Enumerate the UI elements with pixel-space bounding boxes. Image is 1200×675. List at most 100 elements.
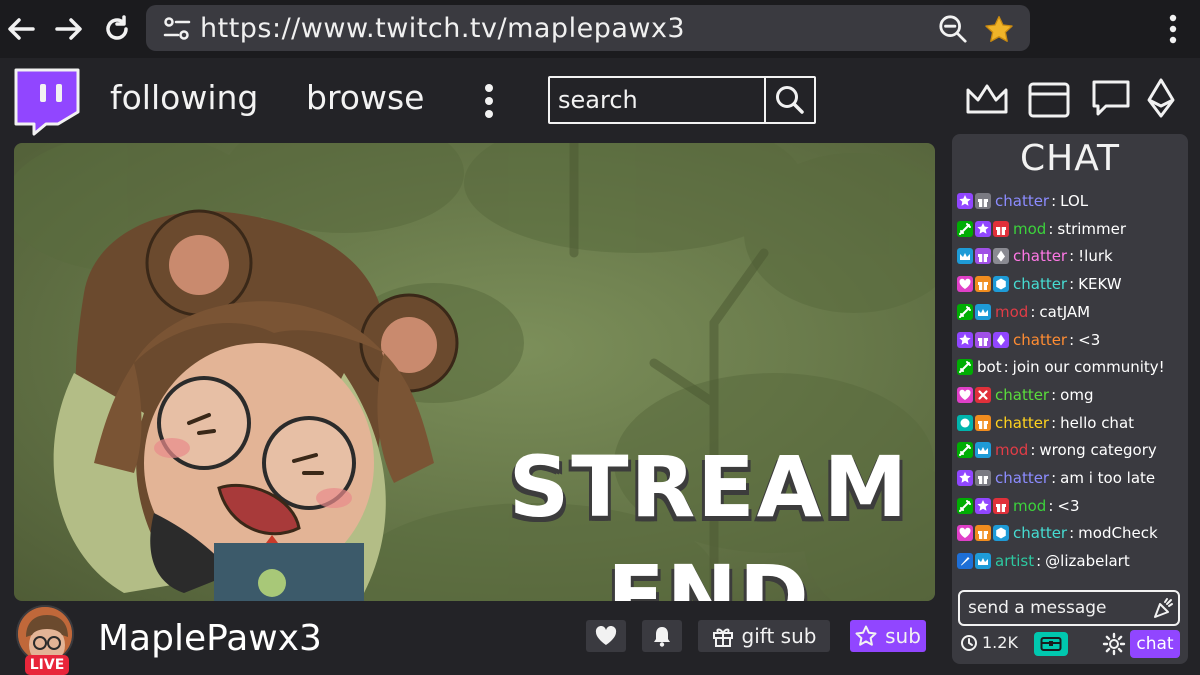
inbox-icon[interactable] [1026, 76, 1072, 122]
moderator-badge-icon[interactable] [957, 442, 973, 459]
bits-icon[interactable] [1138, 76, 1184, 122]
gift-badge-icon[interactable] [975, 193, 991, 209]
chat-username[interactable]: mod [1013, 220, 1046, 238]
chat-username[interactable]: mod [1013, 497, 1046, 515]
moderator-badge-icon[interactable] [957, 303, 973, 320]
chat-separator: : [1051, 192, 1057, 210]
chest-icon [1040, 637, 1062, 651]
back-button[interactable] [6, 14, 36, 44]
chat-message: chatter: KEKW [957, 273, 1122, 295]
chat-username[interactable]: chatter [995, 192, 1049, 210]
chat-username[interactable]: chatter [1013, 331, 1067, 349]
chat-separator: : [1048, 219, 1054, 238]
crown-badge-icon[interactable] [975, 442, 991, 459]
moderator-badge-icon[interactable] [957, 359, 973, 376]
search-input[interactable] [550, 78, 768, 122]
chat-separator: : [1048, 496, 1054, 515]
channel-points-button[interactable] [1034, 632, 1068, 656]
x-badge-icon[interactable] [975, 386, 991, 403]
heart-badge-icon[interactable] [957, 386, 973, 403]
nav-following-link[interactable]: following [110, 78, 258, 117]
site-header: following browse [0, 58, 1200, 138]
hex-badge-icon[interactable] [993, 276, 1009, 293]
crown-badge-icon[interactable] [975, 553, 991, 570]
chat-username[interactable]: chatter [1013, 275, 1067, 293]
chat-username[interactable]: mod [995, 303, 1028, 321]
follow-button[interactable] [586, 620, 626, 652]
gift-badge-icon[interactable] [975, 525, 991, 542]
browser-menu-button[interactable] [1158, 14, 1188, 44]
gift-badge-icon[interactable] [993, 497, 1009, 514]
bits-badge-icon[interactable] [993, 331, 1009, 348]
notifications-button[interactable] [642, 620, 682, 652]
star-badge-icon[interactable] [975, 220, 991, 237]
gift-sub-button[interactable]: gift sub [698, 620, 830, 652]
hex-badge-icon[interactable] [993, 525, 1009, 542]
reload-button[interactable] [102, 14, 132, 44]
artist-badge-icon[interactable] [957, 553, 973, 570]
star-badge-icon[interactable] [957, 470, 973, 486]
heart-badge-icon[interactable] [957, 276, 973, 293]
star-badge-icon[interactable] [957, 331, 973, 348]
more-menu-button[interactable] [484, 84, 494, 120]
chat-title: CHAT [1019, 138, 1121, 179]
chat-message-text: modCheck [1078, 524, 1158, 543]
chat-username[interactable]: chatter [995, 469, 1049, 487]
search-button[interactable] [764, 78, 814, 122]
chat-message-text: <3 [1078, 330, 1101, 349]
moderator-badge-icon[interactable] [957, 497, 973, 514]
chat-username[interactable]: chatter [1013, 247, 1067, 265]
channel-name[interactable]: MaplePawx3 [98, 618, 322, 659]
address-bar[interactable]: https://www.twitch.tv/maplepawx3 [146, 5, 1030, 51]
forward-button[interactable] [54, 14, 84, 44]
twitch-logo-icon[interactable] [10, 66, 82, 136]
star-badge-icon[interactable] [957, 193, 973, 209]
gift-badge-icon[interactable] [993, 220, 1009, 237]
url-text: https://www.twitch.tv/maplepawx3 [200, 13, 686, 44]
gift-badge-icon[interactable] [975, 276, 991, 293]
circle-badge-icon[interactable] [957, 414, 973, 431]
gear-icon[interactable] [1102, 632, 1126, 656]
gift-badge-icon[interactable] [975, 248, 991, 265]
bits-badge-icon[interactable] [993, 248, 1009, 265]
moderator-badge-icon[interactable] [957, 220, 973, 237]
chat-message: mod: strimmer [957, 218, 1126, 240]
live-badge: LIVE [25, 655, 69, 675]
search-bar [548, 76, 816, 124]
chat-message: mod: <3 [957, 495, 1080, 517]
overlay-line-1: STREAM [508, 438, 910, 536]
chat-username[interactable]: mod [995, 441, 1028, 459]
chat-username[interactable]: artist [995, 552, 1034, 570]
party-popper-icon[interactable] [1152, 597, 1174, 619]
chat-message-text: !lurk [1078, 247, 1113, 266]
chat-message-text: join our community! [1012, 358, 1165, 377]
chat-separator: : [1069, 524, 1075, 543]
chat-message-text: LOL [1060, 192, 1089, 210]
browser-toolbar: https://www.twitch.tv/maplepawx3 [0, 0, 1200, 58]
gift-badge-icon[interactable] [975, 331, 991, 348]
star-badge-icon[interactable] [975, 497, 991, 514]
heart-badge-icon[interactable] [957, 525, 973, 542]
crown-icon[interactable] [964, 76, 1010, 122]
video-player[interactable]: STREAM END [14, 143, 935, 601]
chat-username[interactable]: chatter [1013, 524, 1067, 542]
bookmark-star-icon[interactable] [984, 14, 1014, 44]
gift-badge-icon[interactable] [975, 470, 991, 486]
whispers-icon[interactable] [1088, 76, 1134, 122]
subscribe-button[interactable]: sub [850, 620, 926, 652]
chat-username[interactable]: chatter [995, 414, 1049, 432]
chat-username[interactable]: bot [977, 358, 1002, 376]
chat-separator: : [1030, 441, 1036, 460]
chat-footer: 1.2K chat [952, 630, 1188, 660]
gift-badge-icon[interactable] [975, 414, 991, 431]
nav-browse-link[interactable]: browse [306, 78, 424, 117]
zoom-out-icon[interactable] [938, 14, 968, 44]
crown-badge-icon[interactable] [975, 303, 991, 320]
chat-send-button[interactable]: chat [1130, 630, 1180, 658]
chat-username[interactable]: chatter [995, 386, 1049, 404]
gift-icon [712, 628, 733, 647]
chat-message-input[interactable] [960, 592, 1146, 624]
chat-message: artist: @lizabelart [957, 550, 1130, 572]
crown-badge-icon[interactable] [957, 248, 973, 265]
overlay-line-2: END [607, 547, 811, 601]
